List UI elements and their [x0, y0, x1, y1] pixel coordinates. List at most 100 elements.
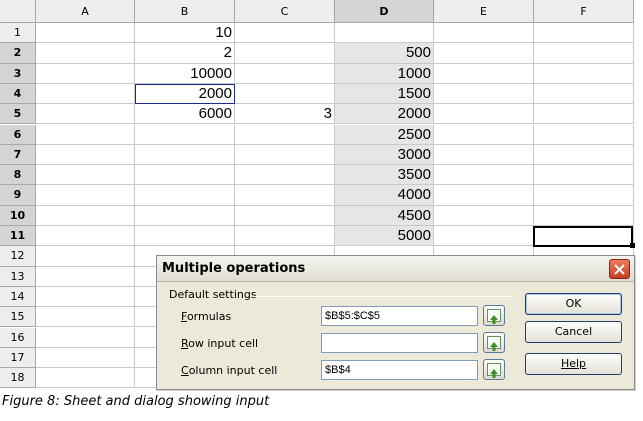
cell-b1[interactable]: 10: [135, 23, 235, 44]
cell-b7[interactable]: [135, 144, 235, 166]
column-header-d[interactable]: D: [335, 0, 434, 23]
cell-c6[interactable]: [235, 124, 335, 145]
cell-b2[interactable]: 2: [135, 43, 235, 64]
cell-d7[interactable]: 3000: [335, 144, 434, 166]
row-input-cell-field[interactable]: [321, 333, 478, 353]
column-header-c[interactable]: C: [235, 0, 335, 23]
cell-a13[interactable]: [36, 266, 135, 287]
column-input-cell-field[interactable]: $B$4: [321, 360, 478, 380]
cell-a12[interactable]: [36, 246, 135, 267]
cell-c5[interactable]: 3: [235, 104, 335, 125]
cell-d8[interactable]: 3500: [335, 165, 434, 186]
cancel-button[interactable]: Cancel: [525, 321, 622, 343]
cell-a5[interactable]: [36, 104, 135, 125]
cell-c2[interactable]: [235, 43, 335, 64]
cell-a1[interactable]: [36, 23, 135, 44]
cell-f6[interactable]: [534, 124, 634, 145]
row-header-5[interactable]: 5: [0, 104, 36, 125]
cell-c7[interactable]: [235, 144, 335, 166]
cell-e3[interactable]: [434, 63, 534, 84]
fill-handle[interactable]: [630, 243, 635, 249]
cell-f1[interactable]: [534, 23, 634, 44]
cell-d1[interactable]: [335, 23, 434, 44]
row-header-1[interactable]: 1: [0, 23, 36, 44]
cell-e8[interactable]: [434, 165, 534, 186]
column-header-b[interactable]: B: [135, 0, 235, 23]
cell-e6[interactable]: [434, 124, 534, 145]
row-header-11[interactable]: 11: [0, 226, 36, 247]
cell-a14[interactable]: [36, 286, 135, 308]
cell-b3[interactable]: 10000: [135, 63, 235, 84]
close-button[interactable]: [609, 259, 630, 279]
cell-c11[interactable]: [235, 226, 335, 247]
cell-d6[interactable]: 2500: [335, 124, 434, 145]
cell-f7[interactable]: [534, 144, 634, 166]
row-header-7[interactable]: 7: [0, 144, 36, 166]
help-button[interactable]: Help: [525, 353, 622, 375]
column-header-e[interactable]: E: [434, 0, 534, 23]
cell-f9[interactable]: [534, 185, 634, 206]
cell-a7[interactable]: [36, 144, 135, 166]
row-header-15[interactable]: 15: [0, 307, 36, 328]
row-header-17[interactable]: 17: [0, 347, 36, 369]
cell-b10[interactable]: [135, 205, 235, 226]
row-header-3[interactable]: 3: [0, 63, 36, 84]
cell-c9[interactable]: [235, 185, 335, 206]
cell-e1[interactable]: [434, 23, 534, 44]
cell-c8[interactable]: [235, 165, 335, 186]
cell-a2[interactable]: [36, 43, 135, 64]
row-header-12[interactable]: 12: [0, 246, 36, 267]
cell-f4[interactable]: [534, 83, 634, 105]
cell-b5[interactable]: 6000: [135, 104, 235, 125]
cell-f2[interactable]: [534, 43, 634, 64]
cell-c10[interactable]: [235, 205, 335, 226]
cell-f3[interactable]: [534, 63, 634, 84]
cell-d2[interactable]: 500: [335, 43, 434, 64]
cell-f5[interactable]: [534, 104, 634, 125]
cell-d4[interactable]: 1500: [335, 83, 434, 105]
cell-a4[interactable]: [36, 83, 135, 105]
ok-button[interactable]: OK: [525, 293, 622, 315]
cell-b11[interactable]: [135, 226, 235, 247]
cell-a11[interactable]: [36, 226, 135, 247]
cell-b6[interactable]: [135, 124, 235, 145]
row-header-16[interactable]: 16: [0, 327, 36, 348]
cell-e5[interactable]: [434, 104, 534, 125]
cell-b8[interactable]: [135, 165, 235, 186]
row-header-13[interactable]: 13: [0, 266, 36, 287]
cell-a8[interactable]: [36, 165, 135, 186]
cell-a17[interactable]: [36, 347, 135, 369]
cell-e7[interactable]: [434, 144, 534, 166]
formulas-shrink-button[interactable]: [483, 305, 505, 326]
select-all-corner[interactable]: [0, 0, 36, 23]
row-header-18[interactable]: 18: [0, 368, 36, 389]
cell-a10[interactable]: [36, 205, 135, 226]
cell-e4[interactable]: [434, 83, 534, 105]
cell-d10[interactable]: 4500: [335, 205, 434, 226]
column-header-a[interactable]: A: [36, 0, 135, 23]
row-input-shrink-button[interactable]: [483, 332, 505, 353]
cell-b9[interactable]: [135, 185, 235, 206]
cell-e11[interactable]: [434, 226, 534, 247]
cell-a3[interactable]: [36, 63, 135, 84]
cell-d5[interactable]: 2000: [335, 104, 434, 125]
cell-f8[interactable]: [534, 165, 634, 186]
row-header-6[interactable]: 6: [0, 124, 36, 145]
row-header-4[interactable]: 4: [0, 83, 36, 105]
cell-e10[interactable]: [434, 205, 534, 226]
cell-a6[interactable]: [36, 124, 135, 145]
cell-c1[interactable]: [235, 23, 335, 44]
cell-f10[interactable]: [534, 205, 634, 226]
row-header-2[interactable]: 2: [0, 43, 36, 64]
row-header-10[interactable]: 10: [0, 205, 36, 226]
cell-c4[interactable]: [235, 83, 335, 105]
cell-b4[interactable]: 2000: [135, 83, 235, 105]
cell-a9[interactable]: [36, 185, 135, 206]
cell-d3[interactable]: 1000: [335, 63, 434, 84]
row-header-14[interactable]: 14: [0, 286, 36, 308]
cell-a16[interactable]: [36, 327, 135, 348]
cell-e9[interactable]: [434, 185, 534, 206]
cell-a15[interactable]: [36, 307, 135, 328]
formulas-input[interactable]: $B$5:$C$5: [321, 306, 478, 326]
dialog-title-bar[interactable]: Multiple operations: [157, 256, 634, 282]
